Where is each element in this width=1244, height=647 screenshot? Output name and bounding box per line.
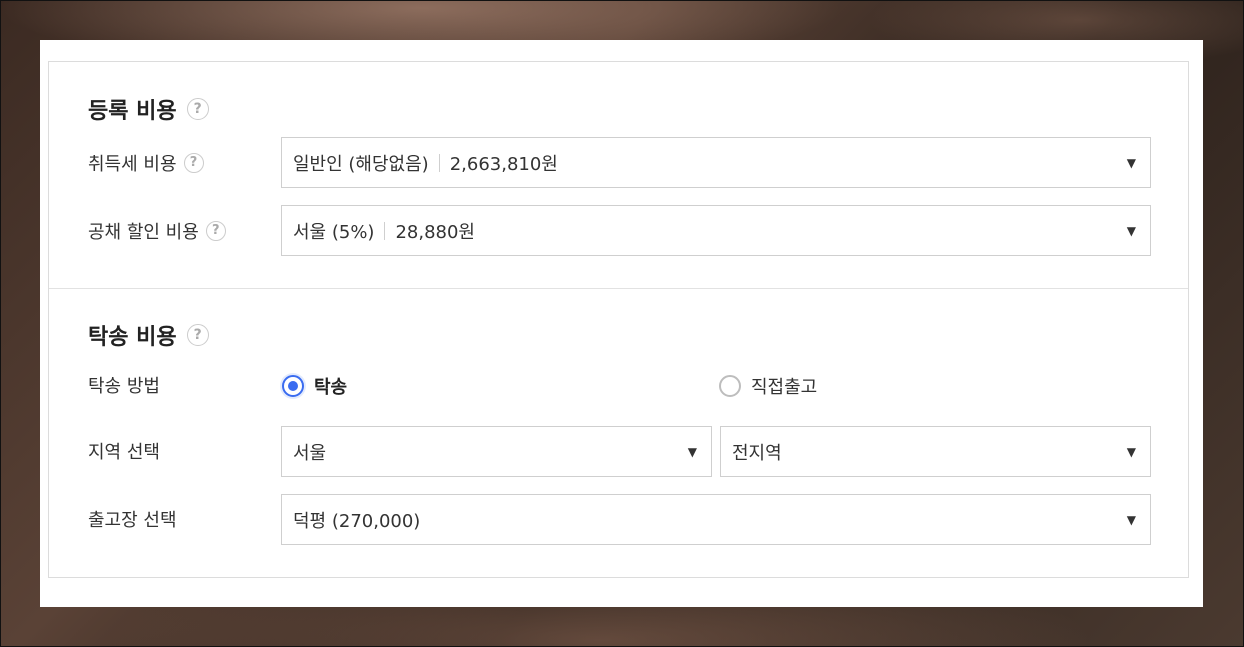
region-label: 지역 선택 — [88, 438, 160, 464]
acquisition-tax-select[interactable]: 일반인 (해당없음) 2,663,810원 ▼ — [281, 137, 1151, 188]
registration-section-title: 등록 비용 ? — [88, 93, 209, 125]
region-district-selected: 전지역 — [732, 442, 782, 464]
bond-discount-selected: 서울 (5%) — [293, 221, 375, 243]
radio-checked-icon[interactable] — [282, 375, 304, 397]
cost-card: 등록 비용 ? 취득세 비용 ? 일반인 (해당없음) 2,663,810원 ▼… — [48, 61, 1189, 578]
value-separator — [438, 153, 440, 172]
bond-discount-label-text: 공채 할인 비용 — [88, 222, 199, 243]
depot-label-text: 출고장 선택 — [88, 510, 177, 531]
help-icon[interactable]: ? — [186, 324, 209, 346]
shipping-method-option-direct[interactable]: 직접출고 — [719, 373, 817, 399]
help-icon[interactable]: ? — [205, 221, 226, 241]
shipping-section-title: 탁송 비용 ? — [88, 319, 209, 351]
bond-discount-select[interactable]: 서울 (5%) 28,880원 ▼ — [281, 205, 1151, 256]
shipping-method-label-text: 탁송 방법 — [88, 376, 160, 397]
registration-title-text: 등록 비용 — [88, 99, 177, 124]
region-city-select[interactable]: 서울 ▼ — [281, 426, 712, 477]
caret-down-icon: ▼ — [1126, 512, 1136, 527]
shipping-method-option-delivery[interactable]: 탁송 — [282, 373, 347, 399]
acquisition-tax-amount: 2,663,810원 — [449, 153, 558, 175]
region-label-text: 지역 선택 — [88, 442, 160, 463]
shipping-title-text: 탁송 비용 — [88, 325, 177, 350]
region-district-select[interactable]: 전지역 ▼ — [720, 426, 1151, 477]
caret-down-icon: ▼ — [1126, 223, 1136, 238]
region-city-selected: 서울 — [293, 442, 327, 464]
bond-discount-label: 공채 할인 비용 ? — [88, 218, 226, 244]
depot-selected: 덕평 (270,000) — [293, 510, 421, 532]
shipping-method-label: 탁송 방법 — [88, 372, 160, 398]
caret-down-icon: ▼ — [1126, 444, 1136, 459]
acquisition-tax-label: 취득세 비용 ? — [88, 150, 204, 176]
depot-label: 출고장 선택 — [88, 506, 177, 532]
help-icon[interactable]: ? — [186, 98, 209, 120]
radio-unchecked-icon[interactable] — [719, 375, 741, 397]
shipping-option-label: 직접출고 — [751, 377, 818, 398]
acquisition-tax-selected: 일반인 (해당없음) — [293, 153, 429, 175]
bond-discount-amount: 28,880원 — [395, 221, 475, 243]
section-divider — [49, 288, 1188, 289]
depot-select[interactable]: 덕평 (270,000) ▼ — [281, 494, 1151, 545]
shipping-option-label: 탁송 — [314, 377, 348, 398]
cost-panel: 등록 비용 ? 취득세 비용 ? 일반인 (해당없음) 2,663,810원 ▼… — [40, 40, 1203, 607]
caret-down-icon: ▼ — [687, 444, 697, 459]
help-icon[interactable]: ? — [183, 153, 204, 173]
value-separator — [384, 221, 386, 240]
acquisition-tax-label-text: 취득세 비용 — [88, 154, 177, 175]
caret-down-icon: ▼ — [1126, 155, 1136, 170]
